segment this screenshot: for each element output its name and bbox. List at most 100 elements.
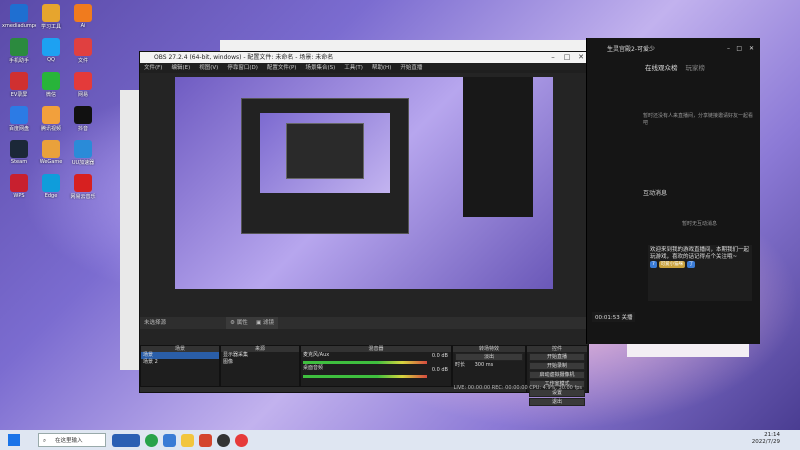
transitions-header: 转场特效 [453, 346, 525, 352]
menu-item[interactable]: 停靠窗口(D) [227, 63, 258, 73]
start-recording-button[interactable]: 开始录制 [529, 362, 585, 370]
mixer-channel-name: 桌面音频 [303, 365, 324, 371]
menu-item[interactable]: 场景集合(S) [305, 63, 335, 73]
maximize-icon[interactable]: □ [736, 45, 742, 52]
taskbar-clock[interactable]: 21:14 2022/7/29 [752, 432, 780, 446]
audio-meter [303, 361, 427, 364]
transition-select[interactable]: 淡出 [455, 353, 523, 361]
app-icon[interactable] [181, 433, 194, 447]
menu-item[interactable]: 帮助(H) [372, 63, 391, 73]
desktop-icon[interactable]: xmediadumper [2, 4, 36, 29]
taskbar: ⌕ 在这里输入 21:14 2022/7/29 [0, 430, 800, 450]
desktop-icon-label: EV录屏 [10, 92, 28, 98]
menu-item[interactable]: 配置文件(P) [267, 63, 297, 73]
desktop-icon[interactable]: 百度网盘 [2, 106, 36, 132]
desktop-icon[interactable]: QQ [34, 38, 68, 63]
no-source-label: 未选择源 [144, 320, 167, 326]
app-icon [10, 72, 28, 90]
desktop-icon-label: 百度网盘 [8, 126, 29, 132]
desktop-wallpaper: xmediadumper 学习工具 Ai 手机助手 QQ 文件 EV录屏 微信 网易百度网盘 腾讯… [0, 0, 800, 430]
app-icon [42, 38, 60, 56]
edge-icon[interactable] [145, 433, 158, 447]
desktop-icon-label: WPS [13, 193, 25, 199]
nested-live-panel [463, 77, 533, 217]
desktop-icon[interactable]: WPS [2, 174, 36, 199]
duration-label: 时长 [455, 362, 466, 368]
source-toolbar: 未选择源 ⚙ 属性 ▣ 滤镜 [140, 317, 588, 329]
taskbar-search[interactable]: ⌕ 在这里输入 [38, 433, 106, 447]
duration-value: 300 ms [474, 362, 494, 368]
app-icon [74, 4, 92, 22]
exit-button[interactable]: 退出 [529, 398, 585, 406]
close-icon[interactable]: ✕ [749, 45, 754, 52]
live-app-icon[interactable] [235, 433, 248, 447]
browser-icon[interactable] [199, 433, 212, 447]
menu-item[interactable]: 编辑(E) [171, 63, 190, 73]
desktop-icon[interactable]: UU加速器 [66, 140, 100, 166]
virtual-camera-button[interactable]: 启动虚拟摄像机 [529, 371, 585, 379]
minimize-icon[interactable]: – [727, 45, 730, 52]
windows-start-icon[interactable] [8, 434, 20, 446]
desktop-icon[interactable]: Steam [2, 140, 36, 165]
desktop-icon[interactable]: EV录屏 [2, 72, 36, 98]
badge: 可爱小猫咪 [658, 261, 686, 268]
menu-item[interactable]: 开始直播 [400, 63, 422, 73]
desktop-icon-label: Ai [80, 23, 86, 29]
desktop-icon-label: 文件 [77, 58, 88, 64]
filters-button[interactable]: ▣ 滤镜 [252, 317, 278, 329]
desktop-icon[interactable]: 学习工具 [34, 4, 68, 30]
tab-viewers[interactable]: 在线观众榜 [645, 59, 678, 77]
desktop-icon[interactable]: 抖音 [66, 106, 100, 132]
live-titlebar: 生灵宫殿2-可爱少 ✕ □ – [587, 38, 760, 59]
desktop-icon[interactable]: 文件 [66, 38, 100, 64]
source-item[interactable]: 图像 [221, 359, 299, 366]
desktop-icon-label: 抖音 [77, 126, 88, 132]
chat-message: 欢迎来到我的游戏直播间，本期我们一起玩游戏，喜欢的话记得点个关注哦~ 7 可爱小… [648, 245, 752, 301]
desktop-icon[interactable]: 腾讯视频 [34, 106, 68, 132]
live-companion-window[interactable]: 生灵宫殿2-可爱少 ✕ □ – 在线观众榜 玩家榜 暂时还没有人来直播间，分享链… [586, 38, 760, 344]
source-item[interactable]: 显示器采集 [221, 352, 299, 359]
desktop-icon[interactable]: 手机助手 [2, 38, 36, 64]
desktop-icon[interactable]: 网易 [66, 72, 100, 98]
interact-empty-text: 暂时无互动消息 [681, 221, 717, 227]
app-icon [10, 4, 28, 22]
scene-item[interactable]: 场景 2 [141, 359, 219, 366]
properties-label: 属性 [236, 320, 248, 326]
transition-duration[interactable]: 时长 300 ms [453, 362, 525, 369]
menu-item[interactable]: 工具(T) [344, 63, 363, 73]
tab-players[interactable]: 玩家榜 [686, 59, 706, 77]
desktop-icon-label: Steam [10, 159, 28, 165]
maximize-icon[interactable]: □ [560, 52, 574, 63]
obs-titlebar: OBS 27.2.4 (64-bit, windows) - 配置文件: 未命名… [140, 52, 588, 63]
properties-button[interactable]: ⚙ 属性 [226, 317, 252, 329]
menu-item[interactable]: 视图(V) [199, 63, 218, 73]
desktop-icon-label: 手机助手 [8, 58, 29, 64]
minimize-icon[interactable]: – [546, 52, 560, 63]
desktop-icon-label: xmediadumper [2, 23, 36, 29]
task-view-icon[interactable] [112, 433, 140, 447]
desktop-icon[interactable]: 网易云音乐 [66, 174, 100, 200]
sources-dock: 来源 显示器采集 图像 [220, 345, 300, 387]
desktop-icon[interactable]: Ai [66, 4, 100, 29]
start-streaming-button[interactable]: 开始直播 [529, 353, 585, 361]
files-icon[interactable] [163, 433, 176, 447]
scene-item[interactable]: 场景 [141, 352, 219, 359]
obs-icon[interactable] [217, 433, 230, 447]
menu-item[interactable]: 文件(F) [144, 63, 162, 73]
obs-preview[interactable]: 未选择源 ⚙ 属性 ▣ 滤镜 [140, 73, 588, 345]
filters-label: 滤镜 [262, 320, 274, 326]
obs-window[interactable]: OBS 27.2.4 (64-bit, windows) - 配置文件: 未命名… [139, 51, 589, 406]
desktop-icon-label: 学习工具 [40, 24, 61, 30]
interact-header: 互动消息 [643, 190, 668, 197]
desktop-icon[interactable]: WeGame [34, 140, 68, 165]
mixer-dock: 混音器 麦克风/Aux 桌面音频 0.0 dB 0.0 dB [300, 345, 452, 387]
app-icon [10, 140, 28, 158]
desktop-icon[interactable]: Edge [34, 174, 68, 199]
app-icon [74, 38, 92, 56]
app-icon [10, 38, 28, 56]
app-icon [74, 106, 92, 124]
audio-meter [303, 375, 427, 378]
app-icon [74, 140, 92, 158]
desktop-icon[interactable]: 微信 [34, 72, 68, 98]
mixer-db: 0.0 dB [431, 353, 448, 359]
